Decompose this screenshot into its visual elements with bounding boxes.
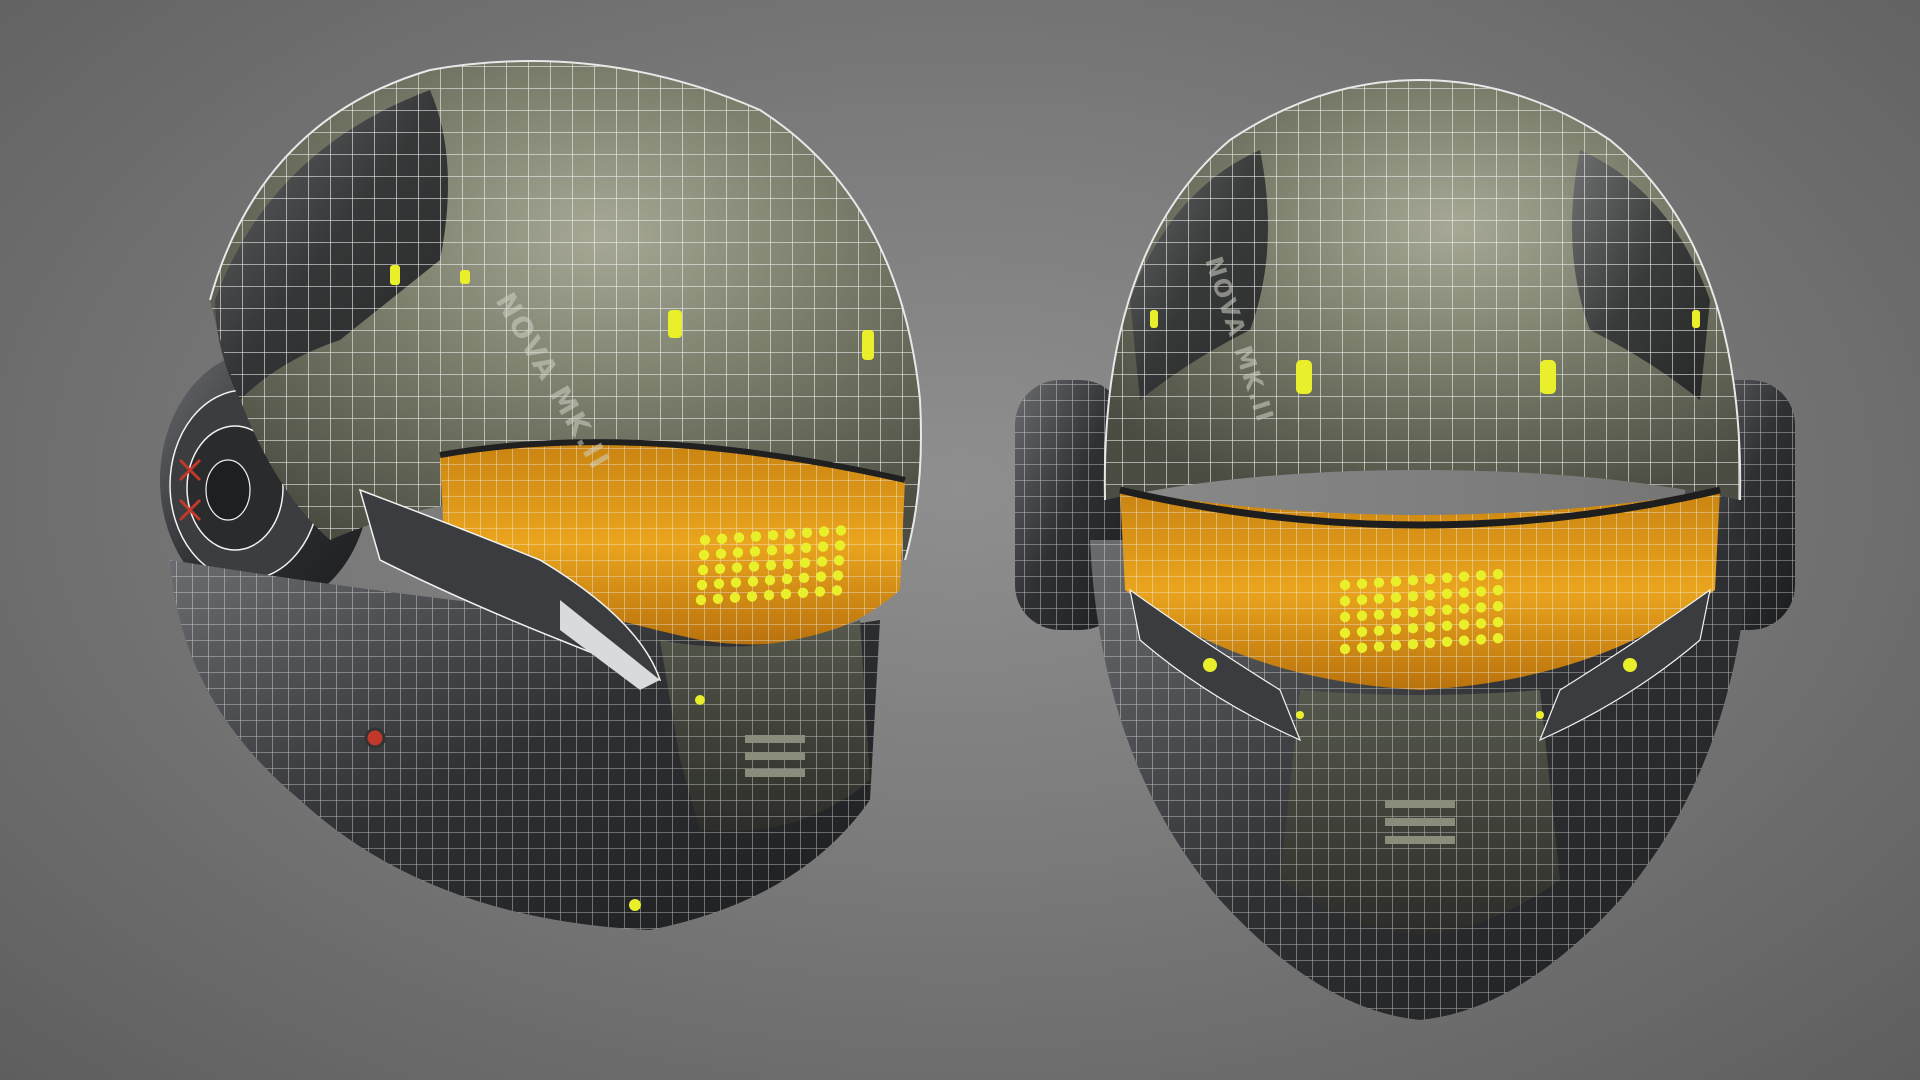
led-dot [1458,571,1470,582]
led-dot [1407,639,1419,650]
led-dot [1407,575,1419,586]
led-dot [1492,601,1504,612]
led-dot [1492,617,1504,628]
led-dot [1356,642,1368,653]
led-dot [1356,578,1368,589]
led-dot [1390,640,1402,651]
led-dot [1407,607,1419,618]
render-viewport: NOVA MK.II NOVA MK.II [0,0,1920,1080]
led-dot [1492,569,1504,580]
led-dot [1356,610,1368,621]
led-dot [1390,608,1402,619]
led-dot [1458,603,1470,614]
led-dot [1475,602,1487,613]
led-dot [1373,625,1385,636]
led-dot [1424,605,1436,617]
led-dot [1390,592,1402,603]
led-dot [1356,626,1368,637]
led-dot [1356,594,1368,605]
led-dot [1441,604,1453,615]
helmet-right: NOVA MK.II [1015,78,1795,1020]
led-dot [1339,627,1351,639]
led-dot [1390,576,1402,587]
led-dot [1407,623,1419,634]
led-dot [1475,618,1487,629]
led-dot [1424,637,1436,649]
led-dot [1339,643,1351,655]
led-dot [1441,588,1453,599]
led-dot [1339,611,1351,623]
led-dot [1390,624,1402,635]
led-dot [1441,572,1453,583]
led-dot [1458,635,1470,646]
led-dot [1458,619,1470,630]
led-dot [1373,641,1385,652]
led-dot [1424,589,1436,601]
led-dot [1373,609,1385,620]
led-dot [1424,621,1436,633]
led-dot [1424,573,1436,585]
led-dot [1475,634,1487,645]
led-dot [1407,591,1419,602]
led-dot [1441,636,1453,647]
led-dot [1339,595,1351,607]
helmet-front-view: NOVA MK.II [1015,78,1795,1020]
led-dot [1458,587,1470,598]
led-dot [1492,585,1504,596]
led-dot [1475,570,1487,581]
led-dot [1373,577,1385,588]
led-dot [1475,586,1487,597]
led-dot [1339,579,1351,591]
led-dot [1492,633,1504,644]
led-dot [1373,593,1385,604]
led-dot [1441,620,1453,631]
